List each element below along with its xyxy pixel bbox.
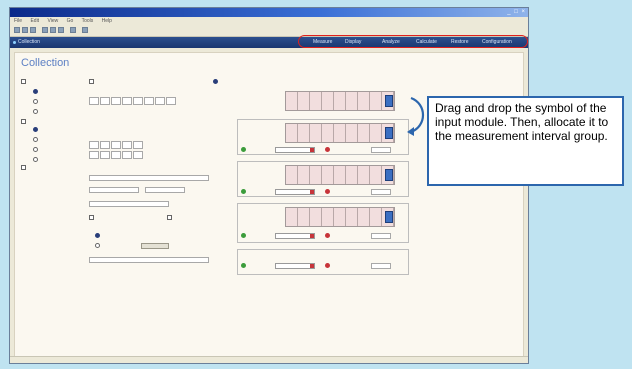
text-field-2[interactable]: [89, 187, 139, 193]
channel-cells[interactable]: [89, 97, 176, 105]
menu-item-file[interactable]: File: [14, 18, 22, 24]
toolbar-open-icon[interactable]: [22, 27, 28, 33]
group-2-count-field[interactable]: [371, 189, 391, 195]
group-1-module-icon[interactable]: [385, 127, 393, 139]
nav-title: Collection: [18, 39, 40, 45]
option-checkbox-2[interactable]: [89, 79, 94, 84]
group-3-grid[interactable]: [285, 207, 395, 227]
group-1-count-icon: [325, 147, 330, 152]
input-module-icon[interactable]: [385, 95, 393, 107]
group-3-count-field[interactable]: [371, 233, 391, 239]
title-bar: _ □ ×: [10, 8, 528, 17]
toolbar-save-icon[interactable]: [30, 27, 36, 33]
option-radio-2[interactable]: [33, 99, 38, 104]
callout-text: Drag and drop the symbol of the input mo…: [435, 101, 609, 143]
option-checkbox-3[interactable]: [21, 119, 26, 124]
option-checkbox-4[interactable]: [21, 165, 26, 170]
option-radio-7[interactable]: [33, 157, 38, 162]
nav-bar: Collection Measure Display Analyze Calcu…: [10, 35, 528, 48]
group-4-interval-select[interactable]: [275, 263, 315, 269]
option-checkbox[interactable]: [21, 79, 26, 84]
text-field-4[interactable]: [89, 201, 169, 207]
option-radio-1[interactable]: [33, 89, 38, 94]
option-checkbox-6[interactable]: [167, 215, 172, 220]
toolbar-help-icon[interactable]: [82, 27, 88, 33]
menu-item-go[interactable]: Go: [67, 18, 74, 24]
group-2-interval-icon: [241, 189, 246, 194]
option-radio-8[interactable]: [95, 233, 100, 238]
group-3-interval-icon: [241, 233, 246, 238]
group-radio[interactable]: [213, 79, 218, 84]
option-radio-6[interactable]: [33, 147, 38, 152]
text-field-3[interactable]: [145, 187, 185, 193]
option-radio-4[interactable]: [33, 127, 38, 132]
group-2-interval-select[interactable]: [275, 189, 315, 195]
option-radio-3[interactable]: [33, 109, 38, 114]
status-bar: [10, 356, 528, 363]
group-1-interval-icon: [241, 147, 246, 152]
menu-bar: File Edit View Go Tools Help: [10, 17, 528, 25]
highlight-oval: [298, 35, 528, 48]
browse-button[interactable]: [141, 243, 169, 249]
group-2-grid[interactable]: [285, 165, 395, 185]
instruction-callout: Drag and drop the symbol of the input mo…: [427, 96, 624, 186]
toolbar-copy-icon[interactable]: [50, 27, 56, 33]
comment-field[interactable]: [89, 257, 209, 263]
group-4-count-icon: [325, 263, 330, 268]
toolbar-cut-icon[interactable]: [42, 27, 48, 33]
group-1-interval-select[interactable]: [275, 147, 315, 153]
interval-group-4: [237, 249, 409, 275]
group-4-count-field[interactable]: [371, 263, 391, 269]
group-1-grid[interactable]: [285, 123, 395, 143]
group-1-count-field[interactable]: [371, 147, 391, 153]
window-controls[interactable]: _ □ ×: [507, 9, 526, 15]
group-3-module-icon[interactable]: [385, 211, 393, 223]
option-checkbox-5[interactable]: [89, 215, 94, 220]
group-3-count-icon: [325, 233, 330, 238]
group-2-module-icon[interactable]: [385, 169, 393, 181]
nav-indicator-icon: [13, 41, 16, 44]
toolbar-print-icon[interactable]: [70, 27, 76, 33]
group-3-interval-select[interactable]: [275, 233, 315, 239]
input-module-grid[interactable]: [285, 91, 395, 111]
channel-cells-3[interactable]: [89, 151, 143, 159]
menu-item-view[interactable]: View: [47, 18, 58, 24]
toolbar-new-icon[interactable]: [14, 27, 20, 33]
page-title: Collection: [21, 57, 70, 69]
group-4-interval-icon: [241, 263, 246, 268]
menu-item-tools[interactable]: Tools: [82, 18, 94, 24]
toolbar-paste-icon[interactable]: [58, 27, 64, 33]
menu-item-edit[interactable]: Edit: [30, 18, 39, 24]
group-2-count-icon: [325, 189, 330, 194]
channel-cells-2[interactable]: [89, 141, 143, 149]
curved-arrow-icon: [407, 96, 425, 136]
text-field-1[interactable]: [89, 175, 209, 181]
option-radio-5[interactable]: [33, 137, 38, 142]
option-radio-9[interactable]: [95, 243, 100, 248]
menu-item-help[interactable]: Help: [102, 18, 112, 24]
